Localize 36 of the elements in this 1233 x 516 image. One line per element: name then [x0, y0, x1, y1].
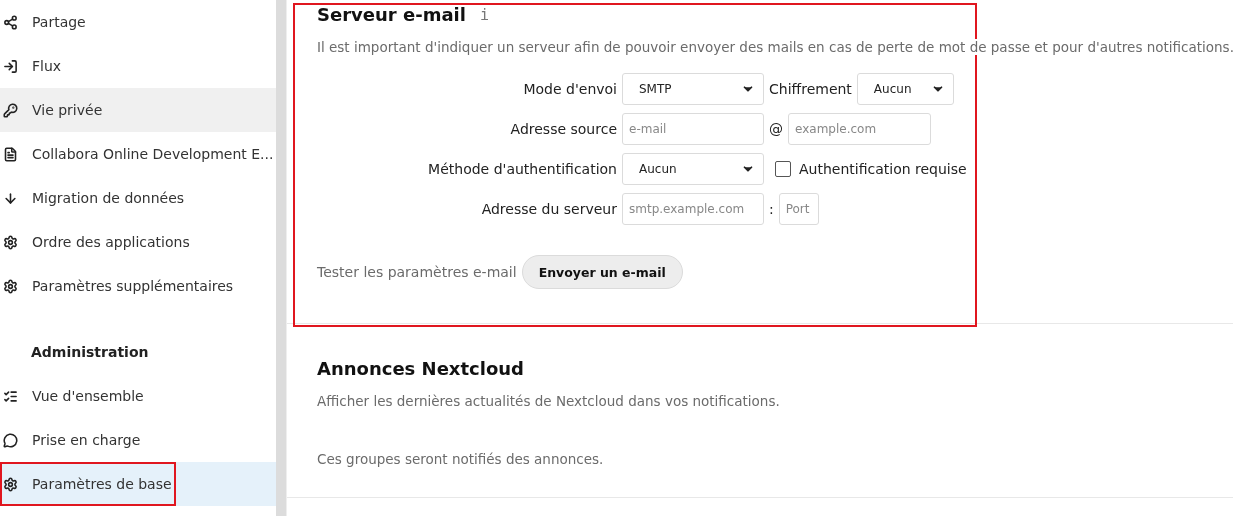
send-email-button[interactable]: Envoyer un e-mail [521, 255, 683, 289]
dropdown[interactable]: Aucun [622, 153, 764, 185]
share-icon [3, 14, 18, 30]
gear-icon [3, 278, 18, 294]
input-field[interactable]: example.com [788, 113, 931, 145]
list-icon [3, 388, 18, 404]
scrollbar[interactable] [276, 0, 287, 516]
section-description: Il est important d'indiquer un serveur afin de pouvoir envoyer des mails en cas de perte de mot de passe et pour d'autres notifications. [317, 39, 1233, 55]
document-icon [3, 146, 18, 162]
input-field[interactable]: e-mail [622, 113, 764, 145]
down-arrow-icon [3, 190, 18, 206]
input-field[interactable]: smtp.example.com [622, 193, 764, 225]
arrow-into-box-icon [3, 58, 18, 74]
field-label: Chiffrement [769, 81, 852, 97]
field-label: Adresse source [509, 121, 617, 137]
speech-bubble-icon [3, 432, 18, 448]
field-label: Mode d'envoi [522, 81, 617, 97]
field-label: : [769, 201, 774, 217]
input-field[interactable]: Port [778, 193, 819, 225]
test-label: Tester les paramètres e-mail [317, 264, 517, 280]
checkbox[interactable] [775, 161, 791, 177]
checkbox-label: Authentification requise [799, 161, 967, 177]
sidebar-item[interactable]: Paramètres de base [0, 462, 276, 506]
field-label: @ [769, 121, 783, 137]
dropdown[interactable]: Aucun [856, 73, 954, 105]
gear-icon [3, 476, 18, 492]
section-title: Annonces Nextcloud [317, 358, 524, 379]
field-label: Méthode d'authentification [427, 161, 617, 177]
section-heading: Administration [30, 343, 150, 362]
sidebar-item[interactable]: Vie privée [0, 88, 276, 132]
dropdown[interactable]: SMTP [622, 73, 764, 105]
gear-icon [3, 234, 18, 250]
field-label: Adresse du serveur [480, 201, 617, 217]
info-icon[interactable]: i [479, 5, 489, 24]
key-icon [3, 102, 18, 118]
section-title: Serveur e-mail [317, 4, 466, 25]
